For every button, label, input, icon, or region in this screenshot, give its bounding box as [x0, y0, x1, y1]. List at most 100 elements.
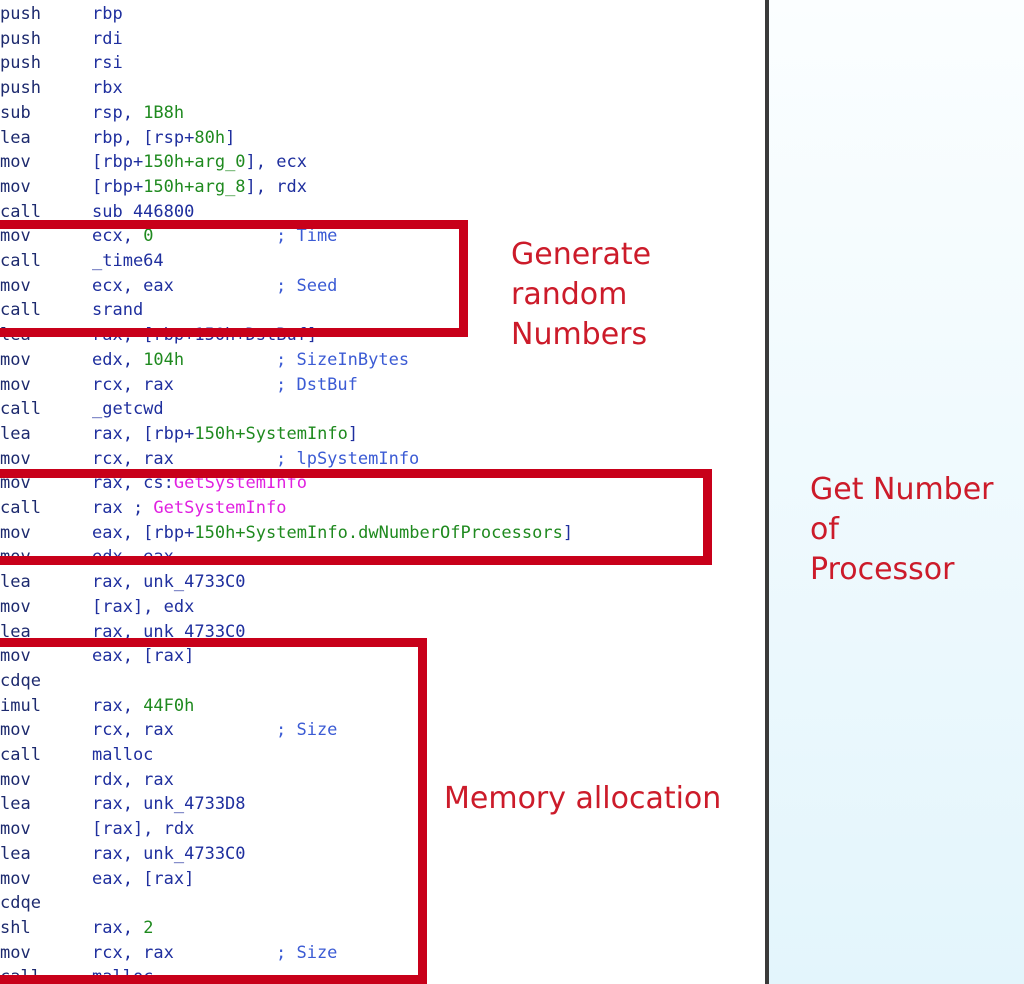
- operand-text: srand: [92, 300, 144, 321]
- operand-text: [rbp+: [92, 176, 144, 197]
- operands: rbp: [92, 2, 123, 26]
- operand-text: sub_446800: [92, 201, 195, 222]
- mnemonic: lea: [0, 127, 31, 148]
- code-line[interactable]: mov rcx, rax ; Size: [0, 718, 765, 742]
- mnemonic: call: [0, 399, 41, 420]
- code-line[interactable]: mov [rbp+150h+arg_0], ecx: [0, 150, 765, 174]
- operand-text: _time64: [92, 251, 164, 271]
- comment: ; SizeInBytes: [276, 349, 410, 370]
- mnemonic: call: [0, 967, 41, 984]
- code-line[interactable]: mov eax, [rbp+150h+SystemInfo.dwNumberOfP…: [0, 521, 765, 545]
- mnemonic: cdqe: [0, 670, 41, 691]
- operands: rbx: [92, 76, 123, 100]
- mnemonic: push: [0, 78, 41, 99]
- code-line[interactable]: cdqe: [0, 669, 765, 693]
- code-line[interactable]: lea rax, unk_4733C0: [0, 570, 765, 594]
- operand-text: rax, unk_4733C0: [92, 572, 246, 593]
- code-line[interactable]: mov [rbp+150h+arg_8], rdx: [0, 175, 765, 199]
- operand-text: rax, unk_4733C0: [92, 843, 246, 864]
- operand-text: ]: [347, 423, 359, 444]
- code-line[interactable]: mov edx, eax: [0, 545, 765, 569]
- comment: ; DstBuf: [276, 374, 358, 395]
- operands: [rbp+150h+arg_8], rdx: [92, 175, 307, 199]
- operands: rax, cs:GetSystemInfo: [92, 471, 307, 495]
- mnemonic: lea: [0, 572, 31, 593]
- code-line[interactable]: sub rsp, 1B8h: [0, 101, 765, 125]
- code-line[interactable]: lea rax, unk_4733C0: [0, 842, 765, 866]
- mnemonic: call: [0, 300, 41, 321]
- immediate-value: 0: [143, 226, 154, 247]
- import-name[interactable]: GetSystemInfo: [174, 473, 307, 493]
- operands: rcx, rax: [92, 447, 174, 471]
- code-line[interactable]: lea rax, [rbp+150h+SystemInfo]: [0, 422, 765, 446]
- operands: rdi: [92, 27, 123, 51]
- mnemonic: mov: [0, 522, 31, 543]
- mnemonic: mov: [0, 374, 31, 395]
- mnemonic: mov: [0, 275, 31, 296]
- code-line[interactable]: mov rcx, rax ; lpSystemInfo: [0, 447, 765, 471]
- code-line[interactable]: lea rbp, [rsp+80h]: [0, 126, 765, 150]
- code-line[interactable]: push rbp: [0, 2, 765, 26]
- operand-text: rbx: [92, 78, 123, 99]
- mnemonic: mov: [0, 769, 31, 790]
- operand-text: ], rdx: [245, 176, 307, 197]
- mnemonic: mov: [0, 176, 31, 197]
- operands: rcx, rax: [92, 718, 174, 742]
- code-line[interactable]: mov rcx, rax ; Size: [0, 941, 765, 965]
- operands: malloc: [92, 965, 153, 984]
- code-line[interactable]: lea rax, unk_4733C0: [0, 620, 765, 644]
- immediate-value: 150h+SystemInfo.dwNumberOfProcessors: [194, 522, 563, 543]
- operands: srand: [92, 298, 143, 322]
- code-line[interactable]: mov eax, [rax]: [0, 867, 765, 891]
- operand-text: rax, [rbp+: [92, 423, 195, 444]
- code-line[interactable]: call _getcwd: [0, 397, 765, 421]
- operands: [rax], edx: [92, 595, 194, 619]
- operands: rax, unk_4733C0: [92, 842, 246, 866]
- code-line[interactable]: call sub_446800: [0, 200, 765, 224]
- annotation-memory-allocation: Memory allocation: [444, 781, 722, 816]
- mnemonic: call: [0, 201, 41, 222]
- mnemonic: mov: [0, 547, 31, 568]
- disassembly-listing[interactable]: push rbp push rdi push rsi push rbx sub rsp, 1B8h…: [0, 0, 765, 984]
- comment: ; Size: [276, 942, 338, 963]
- immediate-value: 44F0h: [143, 695, 195, 716]
- code-line[interactable]: call rax ; GetSystemInfo: [0, 496, 765, 520]
- operands: eax, [rbp+150h+SystemInfo.dwNumberOfProc…: [92, 521, 573, 545]
- code-line[interactable]: push rbx: [0, 76, 765, 100]
- mnemonic: mov: [0, 646, 31, 667]
- code-line[interactable]: imul rax, 44F0h: [0, 694, 765, 718]
- code-line[interactable]: mov [rax], edx: [0, 595, 765, 619]
- operand-text: rbp, [rsp+: [92, 127, 195, 148]
- operand-text: ], ecx: [245, 152, 307, 173]
- operands: rcx, rax: [92, 941, 174, 965]
- operand-text: rax, cs:: [92, 473, 174, 494]
- comment: ; Size: [276, 720, 338, 741]
- code-line[interactable]: cdqe: [0, 891, 765, 915]
- code-line[interactable]: mov rcx, rax ; DstBuf: [0, 373, 765, 397]
- operands: [rax], rdx: [92, 817, 194, 841]
- operand-text: eax, [rbp+: [92, 522, 195, 543]
- mnemonic: mov: [0, 226, 31, 247]
- operand-text: rcx, rax: [92, 720, 174, 741]
- comment: ; Time: [276, 226, 338, 247]
- code-line[interactable]: mov rax, cs:GetSystemInfo: [0, 471, 765, 495]
- code-line[interactable]: call malloc: [0, 743, 765, 767]
- comment: ; Seed: [276, 275, 338, 296]
- code-line[interactable]: push rsi: [0, 51, 765, 75]
- code-line[interactable]: mov eax, [rax]: [0, 644, 765, 668]
- code-line[interactable]: call malloc: [0, 965, 765, 984]
- code-line[interactable]: push rdi: [0, 27, 765, 51]
- operand-text: rax ;: [92, 498, 154, 518]
- operand-text: edx,: [92, 349, 144, 370]
- operand-text: rdx, rax: [92, 769, 174, 790]
- mnemonic: push: [0, 53, 41, 74]
- operand-text: rcx, rax: [92, 448, 174, 469]
- operand-text: ]: [225, 127, 236, 148]
- code-line[interactable]: mov [rax], rdx: [0, 817, 765, 841]
- code-line[interactable]: shl rax, 2: [0, 916, 765, 940]
- immediate-value: 80h: [194, 127, 226, 148]
- mnemonic: sub: [0, 102, 31, 123]
- import-name[interactable]: GetSystemInfo: [153, 498, 286, 518]
- operands: rax, [rbp+150h+DstBuf]: [92, 323, 317, 347]
- operands: edx, eax: [92, 545, 174, 569]
